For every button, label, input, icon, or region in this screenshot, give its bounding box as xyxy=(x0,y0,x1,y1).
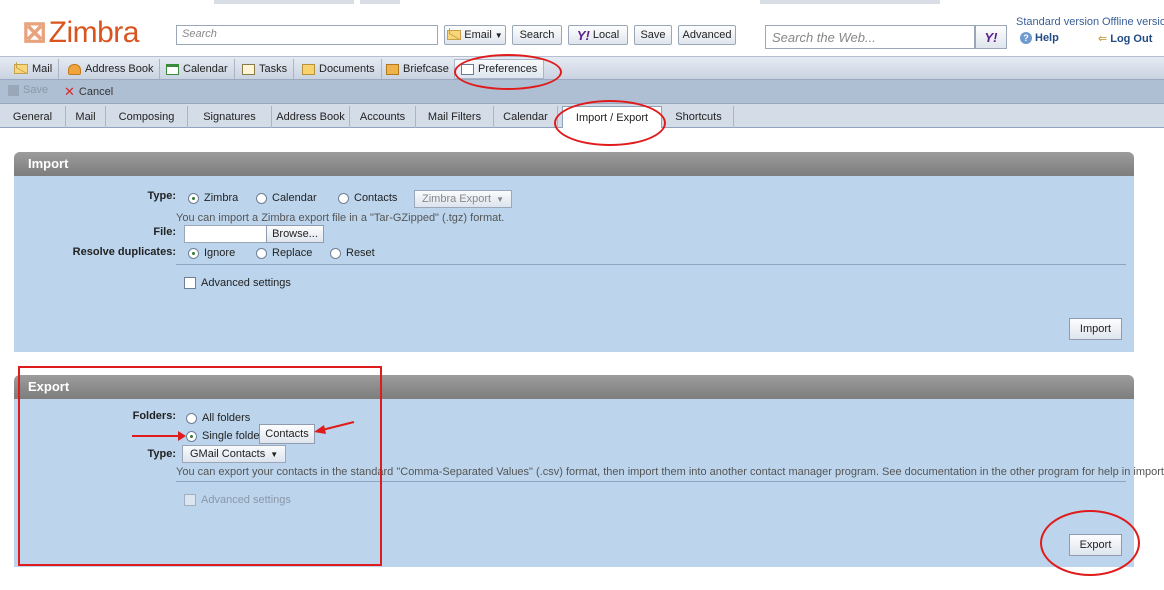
tab-address-book[interactable]: Address Book xyxy=(62,59,161,79)
web-search-button[interactable]: Y! xyxy=(975,25,1007,49)
web-search-input[interactable]: Search the Web... xyxy=(765,25,975,49)
tab-mail-filters[interactable]: Mail Filters xyxy=(416,106,494,128)
browse-button[interactable]: Browse... xyxy=(266,225,324,243)
export-folder-button[interactable]: Contacts xyxy=(259,424,315,444)
tab-tasks[interactable]: Tasks xyxy=(236,59,295,79)
chevron-down-icon: ▼ xyxy=(496,194,504,204)
export-panel-title: Export xyxy=(14,375,1134,399)
tab-signatures[interactable]: Signatures xyxy=(188,106,272,128)
tab-accounts[interactable]: Accounts xyxy=(350,106,416,128)
floppy-icon xyxy=(8,84,19,96)
tab-mail[interactable]: Mail xyxy=(8,59,60,79)
tab-calendar[interactable]: Calendar xyxy=(160,59,235,79)
export-type-label: Type: xyxy=(147,448,176,460)
radio-button[interactable] xyxy=(188,192,199,204)
save-search-button[interactable]: Save xyxy=(634,25,672,45)
import-advanced-settings[interactable]: Advanced settings xyxy=(184,277,291,289)
envelope-icon xyxy=(447,30,462,40)
tab-briefcase[interactable]: Briefcase xyxy=(380,59,456,79)
tab-general[interactable]: General xyxy=(0,106,66,128)
address-book-icon xyxy=(68,63,81,75)
checkbox[interactable] xyxy=(184,277,196,289)
yahoo-icon: Y! xyxy=(984,29,998,45)
offline-version-link[interactable]: Offline version xyxy=(1102,16,1164,28)
radio-button[interactable] xyxy=(186,430,197,442)
export-button[interactable]: Export xyxy=(1069,534,1122,556)
zimbra-logo-mark-icon: ⊠ xyxy=(22,16,47,49)
resolve-replace[interactable]: Replace xyxy=(256,247,312,259)
radio-button[interactable] xyxy=(256,247,267,259)
tab-mail-prefs[interactable]: Mail xyxy=(66,106,106,128)
export-divider xyxy=(176,481,1126,482)
export-type-dropdown[interactable]: GMail Contacts ▼ xyxy=(182,445,287,463)
radio-button[interactable] xyxy=(330,247,341,259)
tab-calendar-prefs[interactable]: Calendar xyxy=(494,106,558,128)
logout-icon: ⇐ xyxy=(1098,33,1108,45)
documents-icon xyxy=(302,63,315,75)
import-file-label: File: xyxy=(153,226,176,238)
mail-icon xyxy=(14,64,28,74)
search-type-dropdown[interactable]: Email ▼ xyxy=(444,25,506,45)
export-folders-label: Folders: xyxy=(132,410,176,422)
help-link[interactable]: ? Help xyxy=(1020,32,1059,44)
import-type-zimbra[interactable]: Zimbra xyxy=(188,192,238,204)
checkbox[interactable] xyxy=(184,494,196,506)
tab-composing[interactable]: Composing xyxy=(106,106,188,128)
import-file-input[interactable] xyxy=(184,225,270,243)
search-input[interactable]: Search xyxy=(176,25,438,45)
search-button[interactable]: Search xyxy=(512,25,562,45)
export-all-folders[interactable]: All folders xyxy=(186,412,250,424)
import-panel-title: Import xyxy=(14,152,1134,176)
import-format-dropdown[interactable]: Zimbra Export ▼ xyxy=(414,190,512,208)
help-icon: ? xyxy=(1020,32,1032,44)
export-hint: You can export your contacts in the stan… xyxy=(176,466,1164,478)
close-icon: ✕ xyxy=(64,84,75,99)
resolve-ignore[interactable]: Ignore xyxy=(188,247,235,259)
standard-version-link[interactable]: Standard version xyxy=(1016,16,1099,28)
cancel-button[interactable]: ✕ Cancel xyxy=(64,84,113,100)
advanced-search-button[interactable]: Advanced xyxy=(678,25,736,45)
zimbra-logo[interactable]: ⊠Zimbra xyxy=(22,18,139,48)
header: ⊠Zimbra Search Email ▼ Search Y! Local S… xyxy=(0,6,1164,56)
logout-link[interactable]: ⇐ Log Out xyxy=(1098,32,1152,46)
tab-preferences[interactable]: Preferences xyxy=(454,59,545,79)
tab-documents[interactable]: Documents xyxy=(296,59,382,79)
chevron-down-icon: ▼ xyxy=(494,30,503,40)
import-divider xyxy=(176,264,1126,265)
radio-button[interactable] xyxy=(186,412,197,424)
import-type-calendar[interactable]: Calendar xyxy=(256,192,317,204)
import-panel: Import xyxy=(14,152,1134,352)
action-toolbar: Save ✕ Cancel xyxy=(0,80,1164,104)
radio-button[interactable] xyxy=(256,192,267,204)
tab-shortcuts[interactable]: Shortcuts xyxy=(664,106,734,128)
radio-button[interactable] xyxy=(188,247,199,259)
tasks-icon xyxy=(242,63,255,75)
export-advanced-settings[interactable]: Advanced settings xyxy=(184,494,291,506)
import-button[interactable]: Import xyxy=(1069,318,1122,340)
preferences-icon xyxy=(461,63,474,75)
calendar-icon xyxy=(166,63,179,75)
import-hint: You can import a Zimbra export file in a… xyxy=(176,212,505,224)
resolve-duplicates-label: Resolve duplicates: xyxy=(72,246,176,258)
resolve-reset[interactable]: Reset xyxy=(330,247,375,259)
tab-import-export[interactable]: Import / Export xyxy=(562,106,662,129)
yahoo-icon: Y! xyxy=(576,27,590,43)
app-tab-bar: Mail Address Book Calendar Tasks Documen… xyxy=(0,56,1164,80)
tab-address-book-prefs[interactable]: Address Book xyxy=(272,106,350,128)
chevron-down-icon: ▼ xyxy=(270,449,279,459)
import-type-label: Type: xyxy=(147,190,176,202)
import-type-contacts[interactable]: Contacts xyxy=(338,192,397,204)
radio-button[interactable] xyxy=(338,192,349,204)
preferences-tab-bar: General Mail Composing Signatures Addres… xyxy=(0,104,1164,129)
briefcase-icon xyxy=(386,63,399,75)
save-button[interactable]: Save xyxy=(8,84,48,96)
export-single-folder[interactable]: Single folder xyxy=(186,430,263,442)
local-search-button[interactable]: Y! Local xyxy=(568,25,628,45)
